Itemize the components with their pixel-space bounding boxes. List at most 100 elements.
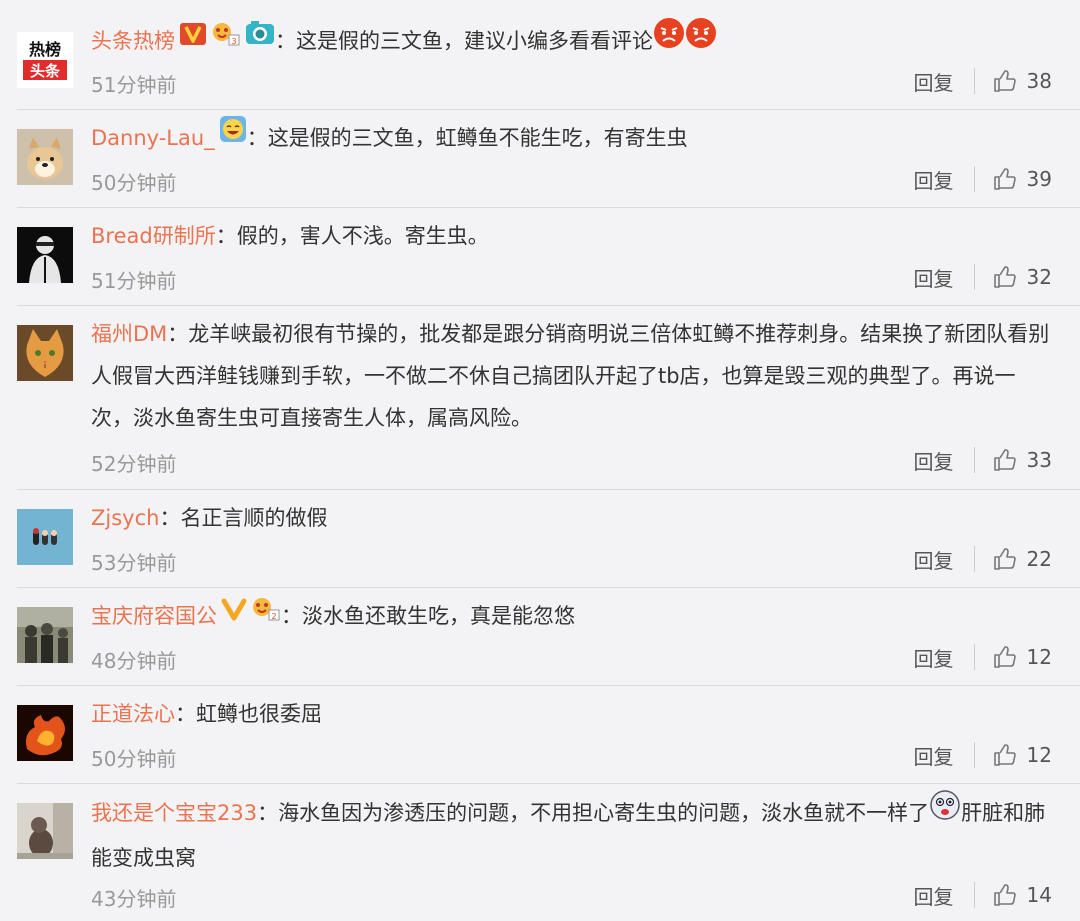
fan-icon: 3 [211,18,241,60]
comment-time: 50分钟前 [91,171,177,195]
action-divider [973,68,975,94]
comment-text: 这是假的三文鱼，建议小编多看看评论 [296,29,653,53]
separator: ： [257,801,279,825]
comment-text: 淡水鱼还敢生吃，真是能忽悠 [302,604,575,628]
thumbs-up-icon[interactable] [993,645,1017,669]
like-count: 12 [1026,743,1052,767]
comment-item: Bread研制所：假的，害人不浅。寄生虫。 51分钟前 回复 32 [0,208,1080,306]
reply-button[interactable]: 回复 [914,446,954,475]
comment-actions: 回复 14 [914,880,1052,910]
like-count: 22 [1026,547,1052,571]
reply-button[interactable]: 回复 [914,67,954,96]
comment-time: 48分钟前 [91,649,177,673]
comment-actions: 回复 22 [914,544,1052,574]
angry-emoji [653,17,685,63]
svg-text:3: 3 [231,37,236,46]
comment-actions: 回复 39 [914,164,1052,194]
avatar-logo-line1: 热榜 [29,40,61,59]
comment-item: 正道法心：虹鳟也很委屈 50分钟前 回复 12 [0,686,1080,784]
comment-text: 这是假的三文鱼，虹鳟鱼不能生吃，有寄生虫 [267,126,688,150]
reply-button[interactable]: 回复 [914,881,954,910]
shock-emoji [929,789,961,835]
comment-time: 43分钟前 [91,887,177,911]
like-count: 14 [1026,883,1052,907]
thumbs-up-icon[interactable] [993,265,1017,289]
like-count: 39 [1026,167,1052,191]
fan-icon: 2 [251,593,281,635]
comment-text: 龙羊峡最初很有节操的，批发都是跟分销商明说三倍体虹鳟不推荐刺身。结果换了新团队看… [91,322,1050,430]
avatar[interactable] [17,129,73,185]
angry-emoji [685,17,717,63]
comment-item: 福州DM：龙羊峡最初很有节操的，批发都是跟分销商明说三倍体虹鳟不推荐刺身。结果换… [0,306,1080,489]
v-gold-icon [221,593,247,635]
thumbs-up-icon[interactable] [993,448,1017,472]
avatar[interactable] [17,509,73,565]
separator: ： [159,506,181,530]
comment-time: 52分钟前 [91,452,177,476]
v-icon [179,18,207,60]
username-link[interactable]: 正道法心 [91,702,175,726]
comment-list: 热榜 头条 头条热榜 3 ：这是假的三文鱼，建议小编多看看评论 51分钟前 回复 3… [0,0,1080,921]
username-link[interactable]: Zjsych [91,506,159,530]
separator: ： [246,126,268,150]
action-divider [973,447,975,473]
username-link[interactable]: Danny-Lau_ [91,126,215,150]
comment-actions: 回复 12 [914,740,1052,770]
comment-body: Danny-Lau_ ：这是假的三文鱼，虹鳟鱼不能生吃，有寄生虫 [91,115,1052,160]
comment-body: Zjsych：名正言顺的做假 [91,497,1052,539]
comment-text: 假的，害人不浅。寄生虫。 [236,224,489,248]
thumbs-up-icon[interactable] [993,167,1017,191]
laugh-icon [219,115,247,157]
comment-time: 51分钟前 [91,269,177,293]
action-divider [973,166,975,192]
separator: ： [167,322,189,346]
svg-text:2: 2 [271,612,276,621]
comment-body: 宝庆府容国公 2 ：淡水鱼还敢生吃，真是能忽悠 [91,595,1052,638]
comment-item: 我还是个宝宝233：海水鱼因为渗透压的问题，不用担心寄生虫的问题，淡水鱼就不一样… [0,784,1080,921]
thumbs-up-icon[interactable] [993,69,1017,93]
comment-time: 53分钟前 [91,551,177,575]
thumbs-up-icon[interactable] [993,883,1017,907]
separator: ： [275,29,296,53]
avatar[interactable] [17,803,73,859]
separator: ： [215,224,237,248]
separator: ： [281,604,302,628]
reply-button[interactable]: 回复 [914,545,954,574]
comment-text: 名正言顺的做假 [180,506,328,530]
comment-actions: 回复 32 [914,262,1052,292]
reply-button[interactable]: 回复 [914,741,954,770]
action-divider [973,264,975,290]
username-link[interactable]: Bread研制所 [91,224,216,248]
like-count: 12 [1026,645,1052,669]
comment-actions: 回复 12 [914,642,1052,672]
username-link[interactable]: 头条热榜 [91,29,175,53]
like-count: 33 [1026,448,1052,472]
avatar[interactable] [17,705,73,761]
avatar[interactable] [17,325,73,381]
comment-item: 热榜 头条 头条热榜 3 ：这是假的三文鱼，建议小编多看看评论 51分钟前 回复 3… [0,0,1080,110]
avatar[interactable] [17,227,73,283]
comment-time: 51分钟前 [91,73,177,97]
thumbs-up-icon[interactable] [993,547,1017,571]
reply-button[interactable]: 回复 [914,643,954,672]
comment-actions: 回复 33 [914,445,1052,475]
action-divider [973,644,975,670]
comment-body: 我还是个宝宝233：海水鱼因为渗透压的问题，不用担心寄生虫的问题，淡水鱼就不一样… [91,789,1052,879]
comment-item: 宝庆府容国公 2 ：淡水鱼还敢生吃，真是能忽悠 48分钟前 回复 12 [0,588,1080,686]
action-divider [973,546,975,572]
username-link[interactable]: 宝庆府容国公 [91,604,217,628]
username-link[interactable]: 福州DM [91,322,167,346]
avatar[interactable]: 热榜 头条 [17,32,73,88]
thumbs-up-icon[interactable] [993,743,1017,767]
comment-item: Danny-Lau_ ：这是假的三文鱼，虹鳟鱼不能生吃，有寄生虫 50分钟前 回复… [0,110,1080,208]
comment-item: Zjsych：名正言顺的做假 53分钟前 回复 22 [0,490,1080,588]
reply-button[interactable]: 回复 [914,263,954,292]
like-count: 32 [1026,265,1052,289]
reply-button[interactable]: 回复 [914,165,954,194]
username-link[interactable]: 我还是个宝宝233 [91,801,257,825]
avatar[interactable] [17,607,73,663]
comment-text: 海水鱼因为渗透压的问题，不用担心寄生虫的问题，淡水鱼就不一样了 [278,801,930,825]
like-count: 38 [1026,69,1052,93]
separator: ： [175,702,196,726]
comment-body: 头条热榜 3 ：这是假的三文鱼，建议小编多看看评论 [91,17,1052,65]
